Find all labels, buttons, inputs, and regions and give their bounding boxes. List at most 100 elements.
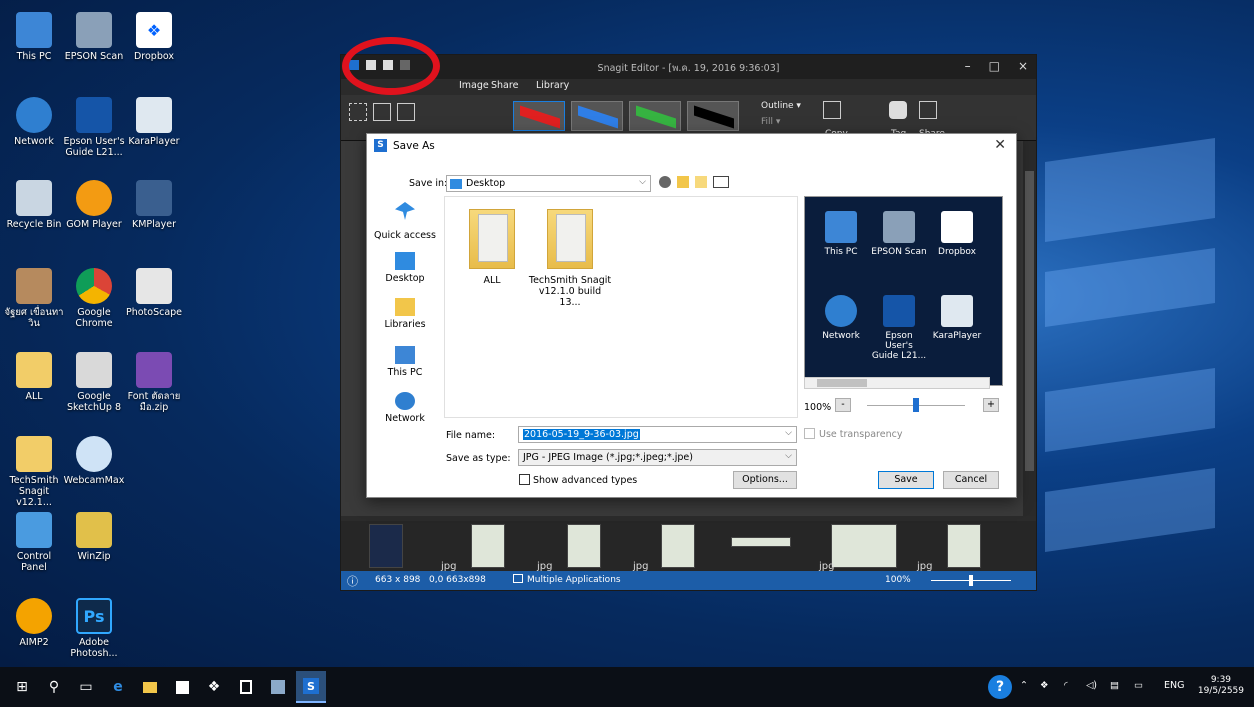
- use-transparency-checkbox[interactable]: [804, 428, 815, 439]
- options-button[interactable]: Options...: [733, 471, 797, 489]
- place-pinned[interactable]: [372, 202, 438, 223]
- cancel-button[interactable]: Cancel: [943, 471, 999, 489]
- capture-thumbnail[interactable]: [831, 524, 897, 568]
- tab-library[interactable]: Library: [536, 80, 569, 91]
- file-list[interactable]: ALL TechSmith Snagit v12.1.0 build 13...: [444, 196, 798, 418]
- desktop-icon-karaplayer[interactable]: KaraPlayer: [123, 97, 185, 147]
- desktop-icon-photoshop[interactable]: Ps Adobe Photosh...: [63, 598, 125, 659]
- canvas-scrollbar[interactable]: [1023, 141, 1036, 516]
- info-icon[interactable]: ⓘ: [347, 573, 358, 589]
- preview-zoom: 100%: [804, 402, 832, 413]
- show-advanced-checkbox[interactable]: [519, 474, 530, 485]
- desktop-icon-sketchup[interactable]: Google SketchUp 8: [63, 352, 125, 413]
- desktop-icon-epson-guide[interactable]: Epson User's Guide L21...: [63, 97, 125, 158]
- view-menu-icon[interactable]: [713, 176, 729, 188]
- desktop-icon-this-pc[interactable]: This PC: [3, 12, 65, 62]
- chevron-down-icon[interactable]: ⌵: [785, 428, 792, 438]
- place-this-pc[interactable]: This PC: [372, 346, 438, 378]
- desktop-icon-kmplayer[interactable]: KMPlayer: [123, 180, 185, 230]
- start-windows-icon[interactable]: ⊞: [12, 677, 32, 697]
- clock[interactable]: 9:39 19/5/2559: [1198, 675, 1244, 697]
- dropbox-icon[interactable]: ❖: [204, 677, 224, 697]
- search-icon[interactable]: ⚲: [44, 677, 64, 697]
- preview-scrollbar[interactable]: [804, 377, 990, 389]
- arrow-style-red[interactable]: [513, 101, 565, 131]
- back-icon[interactable]: [659, 176, 671, 188]
- office-doc-icon[interactable]: [268, 677, 288, 697]
- share-icon[interactable]: [919, 101, 937, 119]
- capture-thumbnail[interactable]: [369, 524, 403, 568]
- edge-icon[interactable]: e: [108, 677, 128, 697]
- outline-menu[interactable]: Outline ▾: [761, 101, 801, 111]
- language-indicator[interactable]: ENG: [1164, 680, 1184, 691]
- file-item-folder[interactable]: ALL: [449, 209, 535, 286]
- highlighter-tool-icon[interactable]: [445, 103, 463, 121]
- desktop-icon-recycle-bin[interactable]: Recycle Bin: [3, 180, 65, 230]
- desktop-icon-font-zip[interactable]: Font ตัดลาย มือ.zip: [123, 352, 185, 413]
- desktop-icon-aimp2[interactable]: AIMP2: [3, 598, 65, 648]
- file-item-folder[interactable]: TechSmith Snagit v12.1.0 build 13...: [527, 209, 613, 308]
- file-explorer-icon[interactable]: [140, 677, 160, 697]
- help-icon[interactable]: ?: [988, 675, 1012, 699]
- place-desktop[interactable]: Desktop: [372, 252, 438, 284]
- place-libraries[interactable]: Libraries: [372, 298, 438, 330]
- desktop-icon-photoscape[interactable]: PhotoScape: [123, 268, 185, 318]
- desktop-icon-network[interactable]: Network: [3, 97, 65, 147]
- capture-thumbnail[interactable]: [661, 524, 695, 568]
- capture-thumbnail[interactable]: [731, 537, 791, 547]
- desktop-icon-control-panel[interactable]: Control Panel: [3, 512, 65, 573]
- up-folder-icon[interactable]: [677, 176, 689, 188]
- place-quick-access[interactable]: Quick access: [372, 230, 438, 241]
- minimize-icon[interactable]: –: [965, 59, 971, 73]
- calculator-icon[interactable]: [236, 677, 256, 697]
- zoom-in-button[interactable]: +: [983, 398, 999, 412]
- maximize-icon[interactable]: □: [989, 59, 1000, 73]
- desktop-icon-epson-scan[interactable]: EPSON Scan: [63, 12, 125, 62]
- keyboard-icon[interactable]: ▭: [1134, 680, 1143, 691]
- tab-image[interactable]: Image: [459, 80, 489, 91]
- desktop-icon-chrome[interactable]: Google Chrome: [63, 268, 125, 329]
- desktop-icon-dropbox[interactable]: ❖ Dropbox: [123, 12, 185, 62]
- place-network[interactable]: Network: [372, 392, 438, 424]
- pen-tool-icon[interactable]: [421, 103, 439, 121]
- save-as-type-select[interactable]: JPG - JPEG Image (*.jpg;*.jpeg;*.jpe) ⌵: [518, 449, 797, 466]
- arrow-tool-icon[interactable]: [373, 103, 391, 121]
- desktop-icon-webcammax[interactable]: WebcamMax: [63, 436, 125, 486]
- chevron-up-icon[interactable]: ⌃: [1020, 680, 1028, 691]
- capture-thumbnail[interactable]: [947, 524, 981, 568]
- new-folder-icon[interactable]: [695, 176, 707, 188]
- desktop-icon-winzip[interactable]: WinZip: [63, 512, 125, 562]
- arrow-style-blue[interactable]: [571, 101, 623, 131]
- save-button[interactable]: Save: [878, 471, 934, 489]
- selection-tool-icon[interactable]: [349, 103, 367, 121]
- wifi-icon[interactable]: ◜: [1064, 680, 1068, 691]
- arrow-style-black[interactable]: [687, 101, 739, 131]
- tab-share[interactable]: Share: [491, 80, 518, 91]
- tag-icon[interactable]: [889, 101, 907, 119]
- dropbox-tray-icon[interactable]: ❖: [1040, 680, 1049, 691]
- zoom-slider-thumb[interactable]: [969, 575, 973, 586]
- fill-tool-icon[interactable]: [469, 103, 487, 121]
- file-name-input[interactable]: 2016-05-19_9-36-03.jpg ⌵: [518, 426, 797, 443]
- close-icon[interactable]: ×: [1018, 59, 1028, 73]
- store-icon[interactable]: [172, 677, 192, 697]
- fill-menu[interactable]: Fill ▾: [761, 117, 780, 127]
- capture-thumbnail[interactable]: [567, 524, 601, 568]
- save-in-select[interactable]: Desktop ⌵: [446, 175, 651, 192]
- zoom-out-button[interactable]: -: [835, 398, 851, 412]
- capture-thumbnail[interactable]: [471, 524, 505, 568]
- desktop-icon-user-folder[interactable]: จัฐยศ เขื่อนทาวิน: [3, 268, 65, 329]
- desktop-icon-gom-player[interactable]: GOM Player: [63, 180, 125, 230]
- zoom-level[interactable]: 100%: [885, 575, 911, 585]
- action-center-icon[interactable]: ▤: [1110, 680, 1119, 691]
- copy-all-icon[interactable]: [823, 101, 841, 119]
- volume-icon[interactable]: ◁): [1086, 680, 1097, 691]
- desktop-icon-all[interactable]: ALL: [3, 352, 65, 402]
- arrow-style-green[interactable]: [629, 101, 681, 131]
- preview-zoom-thumb[interactable]: [913, 398, 919, 412]
- task-view-icon[interactable]: ▭: [76, 677, 96, 697]
- stamp-tool-icon[interactable]: [397, 103, 415, 121]
- close-icon[interactable]: ✕: [994, 137, 1006, 153]
- desktop-icon-snagit-folder[interactable]: TechSmith Snagit v12.1...: [3, 436, 65, 508]
- snagit-taskbar-icon[interactable]: S: [296, 671, 326, 703]
